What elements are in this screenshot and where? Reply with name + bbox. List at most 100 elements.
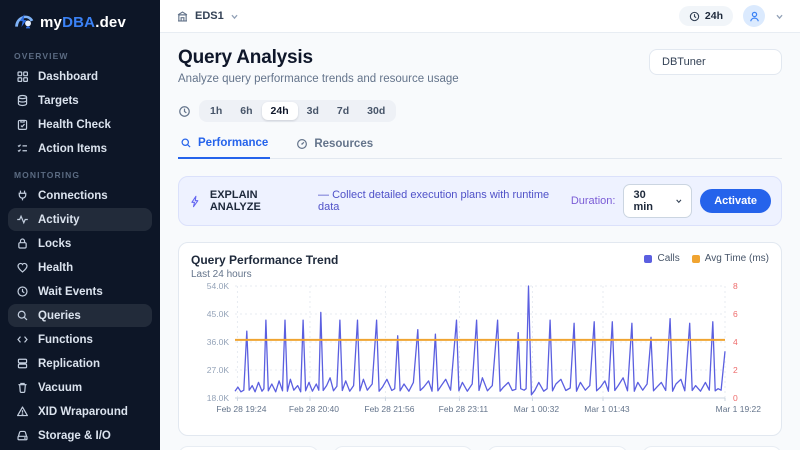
section-label-monitoring: MONITORING [14,170,146,180]
tab-bar: Performance Resources [178,137,782,159]
chevron-down-icon [230,12,239,21]
sidebar-item-action-items[interactable]: Action Items [8,137,152,160]
trend-line-chart: 54.0K45.0K36.0K27.0K18.0K86420Feb 28 19:… [191,280,771,428]
checklist-icon [16,142,29,155]
sidebar-item-health-check[interactable]: Health Check [8,113,152,136]
time-range-6h[interactable]: 6h [231,102,261,120]
database-icon [16,94,29,107]
svg-text:Feb 28 21:56: Feb 28 21:56 [364,404,414,414]
svg-text:Mar 1 19:22: Mar 1 19:22 [716,404,762,414]
search-icon [16,309,29,322]
svg-text:Mar 1 00:32: Mar 1 00:32 [514,404,560,414]
svg-text:18.0K: 18.0K [207,393,230,403]
chart-legend: Calls Avg Time (ms) [644,253,769,264]
clock-icon [16,285,29,298]
svg-text:36.0K: 36.0K [207,337,230,347]
user-avatar[interactable] [743,5,765,27]
time-range-30d[interactable]: 30d [358,102,394,120]
tab-resources[interactable]: Resources [294,137,375,158]
legend-item-calls[interactable]: Calls [644,253,679,264]
sidebar-item-label: Locks [38,238,71,250]
sidebar-item-label: Health Check [38,119,111,131]
app-window: myDBA.dev OVERVIEW Dashboard Targets Hea… [0,0,800,450]
banner-description: — Collect detailed execution plans with … [318,189,571,213]
legend-label: Calls [657,253,679,264]
svg-text:8: 8 [733,281,738,291]
svg-text:Feb 28 19:24: Feb 28 19:24 [216,404,266,414]
stat-card[interactable] [333,446,474,450]
stat-card[interactable] [178,446,319,450]
svg-text:4: 4 [733,337,738,347]
svg-text:Mar 1 01:43: Mar 1 01:43 [584,404,630,414]
sidebar-item-label: Targets [38,95,79,107]
sidebar-item-label: Action Items [38,143,107,155]
activate-button[interactable]: Activate [700,189,771,213]
svg-text:54.0K: 54.0K [207,281,230,291]
sidebar-item-activity[interactable]: Activity [8,208,152,231]
building-icon [176,10,189,23]
sidebar-item-label: Storage & I/O [38,430,111,442]
activity-pulse-icon [16,213,29,226]
sidebar-item-label: Health [38,262,73,274]
time-range-segmented-control: 1h 6h 24h 3d 7d 30d [199,100,396,122]
svg-text:27.0K: 27.0K [207,365,230,375]
legend-item-avg-time[interactable]: Avg Time (ms) [692,253,769,264]
sidebar-item-label: Connections [38,190,108,202]
sidebar-item-replication[interactable]: Replication [8,352,152,375]
dashboard-icon [16,70,29,83]
duration-value: 30 min [633,189,666,213]
explain-analyze-banner: EXPLAIN ANALYZE — Collect detailed execu… [178,176,782,226]
time-range-7d[interactable]: 7d [328,102,358,120]
elephant-logo-icon [12,11,34,33]
sidebar-item-storage-io[interactable]: Storage & I/O [8,424,152,447]
sidebar-item-locks[interactable]: Locks [8,232,152,255]
tab-label: Performance [198,137,268,149]
lock-icon [16,237,29,250]
chevron-down-icon[interactable] [775,12,784,21]
time-range-3d[interactable]: 3d [298,102,328,120]
stat-card[interactable] [487,446,628,450]
person-icon [748,10,761,23]
content-area: Query Analysis Analyze query performance… [160,33,800,450]
gauge-icon [296,138,308,150]
code-icon [16,333,29,346]
svg-text:Feb 28 23:11: Feb 28 23:11 [439,404,489,414]
environment-name: EDS1 [195,10,224,22]
time-range-1h[interactable]: 1h [201,102,231,120]
clipboard-check-icon [16,118,29,131]
brand-logo[interactable]: myDBA.dev [0,0,160,41]
trash-icon [16,381,29,394]
sidebar-item-dashboard[interactable]: Dashboard [8,65,152,88]
sidebar: myDBA.dev OVERVIEW Dashboard Targets Hea… [0,0,160,450]
lightning-bolt-icon [189,195,202,208]
sidebar-item-wait-events[interactable]: Wait Events [8,280,152,303]
clock-icon [178,105,191,118]
time-range-24h[interactable]: 24h [262,102,298,120]
sidebar-item-vacuum[interactable]: Vacuum [8,376,152,399]
sidebar-item-connections[interactable]: Connections [8,184,152,207]
sidebar-item-targets[interactable]: Targets [8,89,152,112]
dbtuner-button[interactable]: DBTuner [649,49,782,75]
brand-wordmark: myDBA.dev [40,14,126,31]
tab-performance[interactable]: Performance [178,137,270,159]
svg-text:2: 2 [733,365,738,375]
sidebar-item-label: XID Wraparound [38,406,128,418]
sidebar-item-label: Functions [38,334,93,346]
sidebar-item-queries[interactable]: Queries [8,304,152,327]
duration-select[interactable]: 30 min [623,184,692,218]
sidebar-item-label: Activity [38,214,80,226]
tab-label: Resources [314,138,373,150]
sidebar-item-label: Dashboard [38,71,98,83]
sidebar-item-label: Queries [38,310,81,322]
plug-icon [16,189,29,202]
heart-icon [16,261,29,274]
sidebar-item-functions[interactable]: Functions [8,328,152,351]
global-time-range-button[interactable]: 24h [679,6,733,26]
sidebar-item-health[interactable]: Health [8,256,152,279]
stat-card[interactable] [642,446,783,450]
time-badge: 24h [705,10,723,22]
sidebar-item-label: Wait Events [38,286,103,298]
chevron-down-icon [675,197,683,205]
sidebar-item-xid-wraparound[interactable]: XID Wraparound [8,400,152,423]
environment-switcher[interactable]: EDS1 [176,10,239,23]
